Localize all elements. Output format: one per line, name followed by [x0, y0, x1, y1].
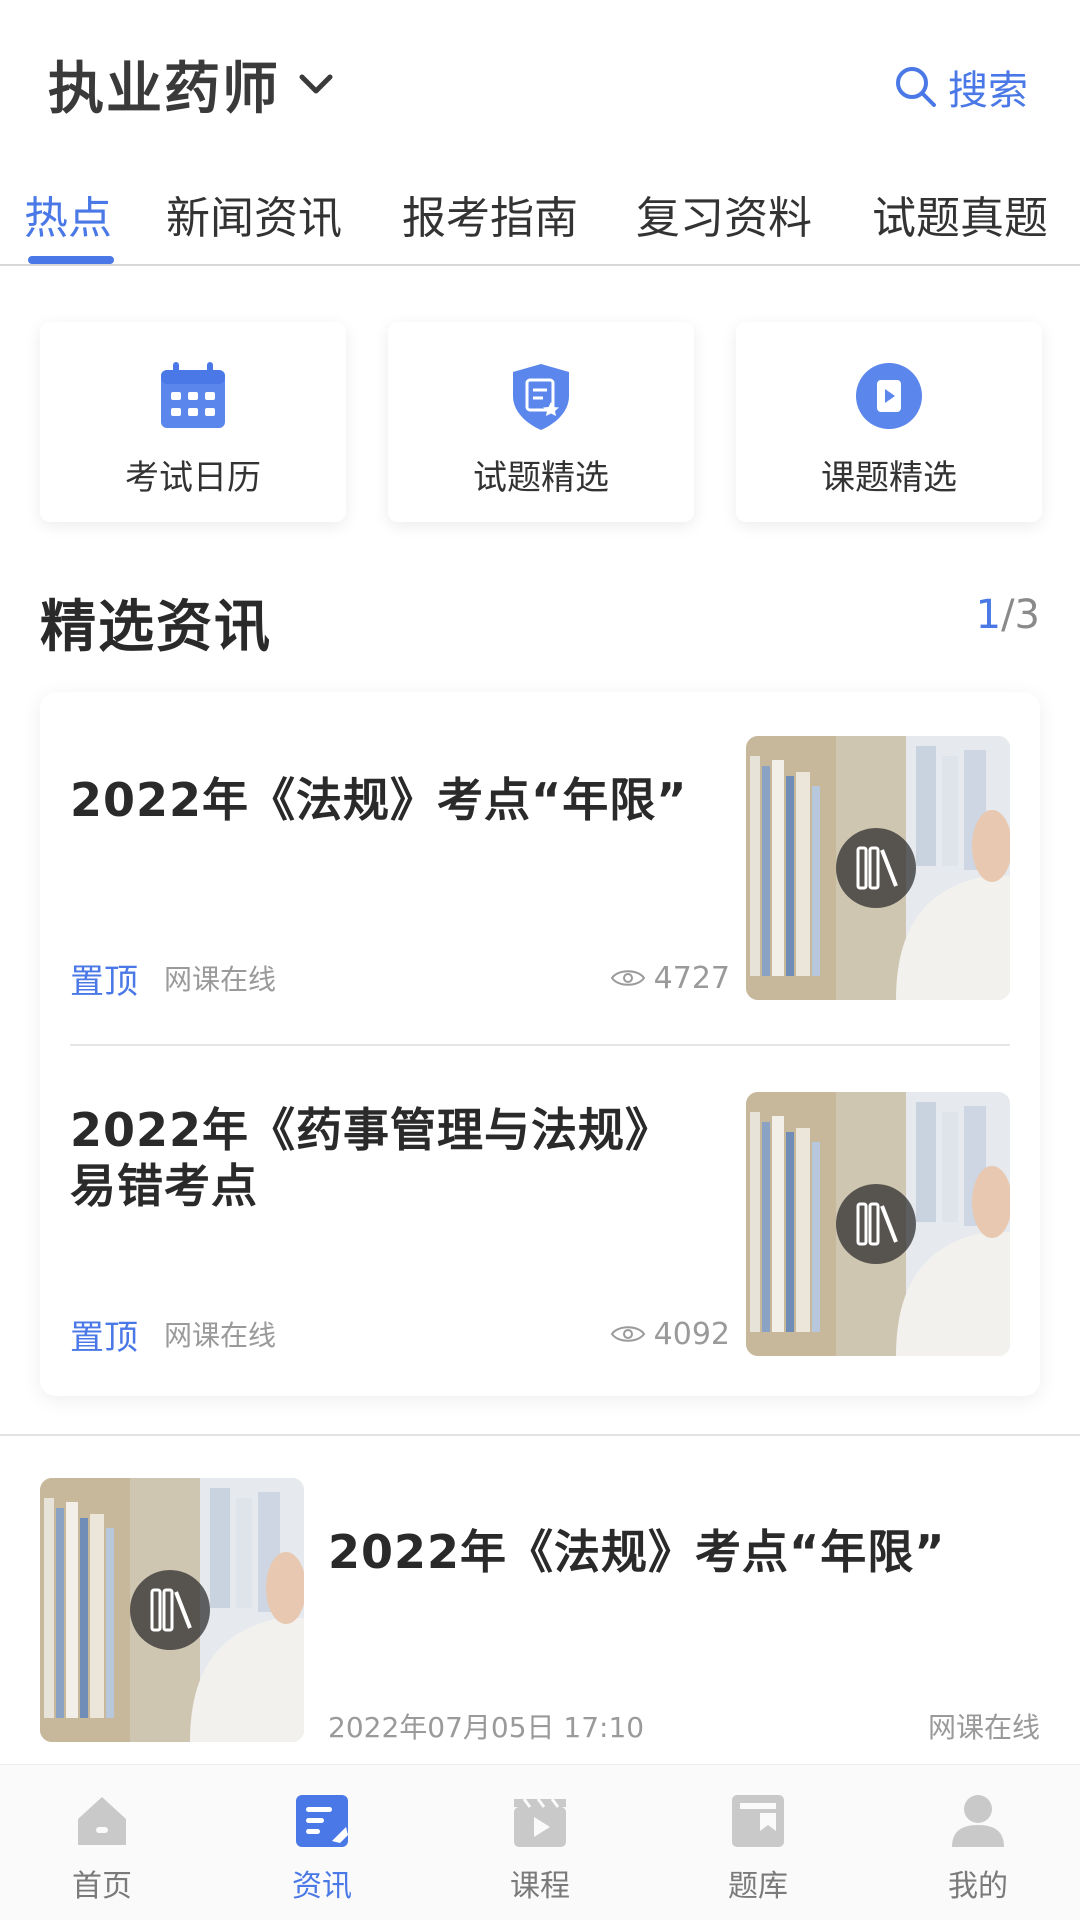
profile-icon — [952, 1795, 1004, 1847]
news-source: 网课在线 — [164, 1319, 277, 1352]
tab-review-materials[interactable]: 复习资料 — [636, 182, 812, 246]
news-title: 2022年《药事管理与法规》易错考点 — [70, 1103, 673, 1213]
nav-courses[interactable]: 课程 — [480, 1791, 600, 1905]
library-photo — [746, 1092, 1010, 1356]
news-thumbnail — [40, 1478, 304, 1742]
home-icon — [78, 1797, 126, 1845]
chevron-down-icon — [299, 74, 333, 93]
news-thumbnail — [746, 736, 1010, 1000]
question-bank-icon — [732, 1795, 784, 1847]
nav-home[interactable]: 首页 — [42, 1791, 162, 1905]
news-icon — [296, 1795, 348, 1847]
pager-total: /3 — [1001, 592, 1040, 638]
featured-news-item[interactable]: 2022年《药事管理与法规》易错考点 置顶 网课在线 4092 — [70, 1092, 1010, 1358]
view-count-value: 4727 — [653, 960, 730, 996]
search-icon — [896, 67, 936, 107]
news-title: 2022年《法规》考点“年限” — [70, 773, 688, 827]
item-divider — [70, 1044, 1010, 1046]
nav-profile[interactable]: 我的 — [918, 1791, 1038, 1905]
featured-news-item[interactable]: 2022年《法规》考点“年限” 置顶 网课在线 4727 — [70, 736, 1010, 1002]
nav-news[interactable]: 资讯 — [262, 1791, 382, 1905]
app-header: 执业药师 搜索 — [0, 0, 1080, 160]
pager-current: 1 — [975, 592, 1002, 638]
calendar-icon — [161, 362, 225, 428]
quick-link-exam-calendar[interactable]: 考试日历 — [40, 322, 346, 522]
nav-label: 题库 — [728, 1869, 788, 1904]
view-count: 4092 — [610, 1317, 730, 1352]
pinned-tag: 置顶 — [70, 1317, 138, 1358]
search-label: 搜索 — [948, 68, 1028, 114]
eye-icon — [610, 1326, 645, 1342]
category-tabs: 热点 新闻资讯 报考指南 复习资料 试题真题 — [0, 170, 1080, 266]
view-count: 4727 — [610, 961, 730, 996]
news-thumbnail — [746, 1092, 1010, 1356]
nav-label: 资讯 — [292, 1869, 352, 1904]
news-meta: 置顶 网课在线 4092 — [70, 1314, 730, 1358]
view-count-value: 4092 — [653, 1316, 730, 1352]
nav-question-bank[interactable]: 题库 — [698, 1791, 818, 1905]
section-separator — [0, 1434, 1080, 1436]
bottom-navigation: 首页 资讯 课程 题库 我的 — [0, 1764, 1080, 1920]
quick-link-selected-courses[interactable]: 课题精选 — [736, 322, 1042, 522]
news-source: 网课在线 — [927, 1711, 1040, 1744]
news-list-item[interactable]: 2022年《法规》考点“年限” 2022年07月05日 17:10 网课在线 — [40, 1478, 1040, 1744]
tab-hot[interactable]: 热点 — [24, 182, 112, 246]
nav-label: 课程 — [510, 1869, 570, 1904]
news-source: 网课在线 — [164, 963, 277, 996]
shield-exam-icon — [513, 364, 569, 430]
tab-past-exams[interactable]: 试题真题 — [872, 182, 1048, 246]
news-meta: 置顶 网课在线 4727 — [70, 958, 730, 1002]
search-button[interactable]: 搜索 — [892, 58, 1028, 116]
tab-news[interactable]: 新闻资讯 — [166, 182, 342, 246]
featured-news-card: 2022年《法规》考点“年限” 置顶 网课在线 4727 2022年《药事管理与… — [40, 692, 1040, 1396]
exam-title: 执业药师 — [48, 57, 280, 122]
library-photo — [40, 1478, 304, 1742]
nav-label: 我的 — [948, 1869, 1008, 1904]
course-icon — [514, 1798, 566, 1847]
section-title: 精选资讯 — [40, 595, 272, 660]
quick-link-label: 考试日历 — [125, 458, 261, 498]
news-date: 2022年07月05日 17:10 — [328, 1711, 645, 1744]
tab-exam-guide[interactable]: 报考指南 — [402, 182, 578, 246]
video-play-icon — [856, 363, 922, 429]
featured-pager: 1/3 — [976, 592, 1040, 638]
news-title: 2022年《法规》考点“年限” — [328, 1525, 946, 1579]
active-tab-indicator — [28, 256, 114, 264]
quick-link-label: 试题精选 — [473, 458, 609, 498]
quick-link-label: 课题精选 — [821, 458, 957, 498]
nav-label: 首页 — [72, 1869, 132, 1904]
exam-selector[interactable]: 执业药师 — [48, 44, 340, 125]
library-photo — [746, 736, 1010, 1000]
eye-icon — [610, 970, 645, 986]
quick-link-selected-questions[interactable]: 试题精选 — [388, 322, 694, 522]
pinned-tag: 置顶 — [70, 961, 138, 1002]
